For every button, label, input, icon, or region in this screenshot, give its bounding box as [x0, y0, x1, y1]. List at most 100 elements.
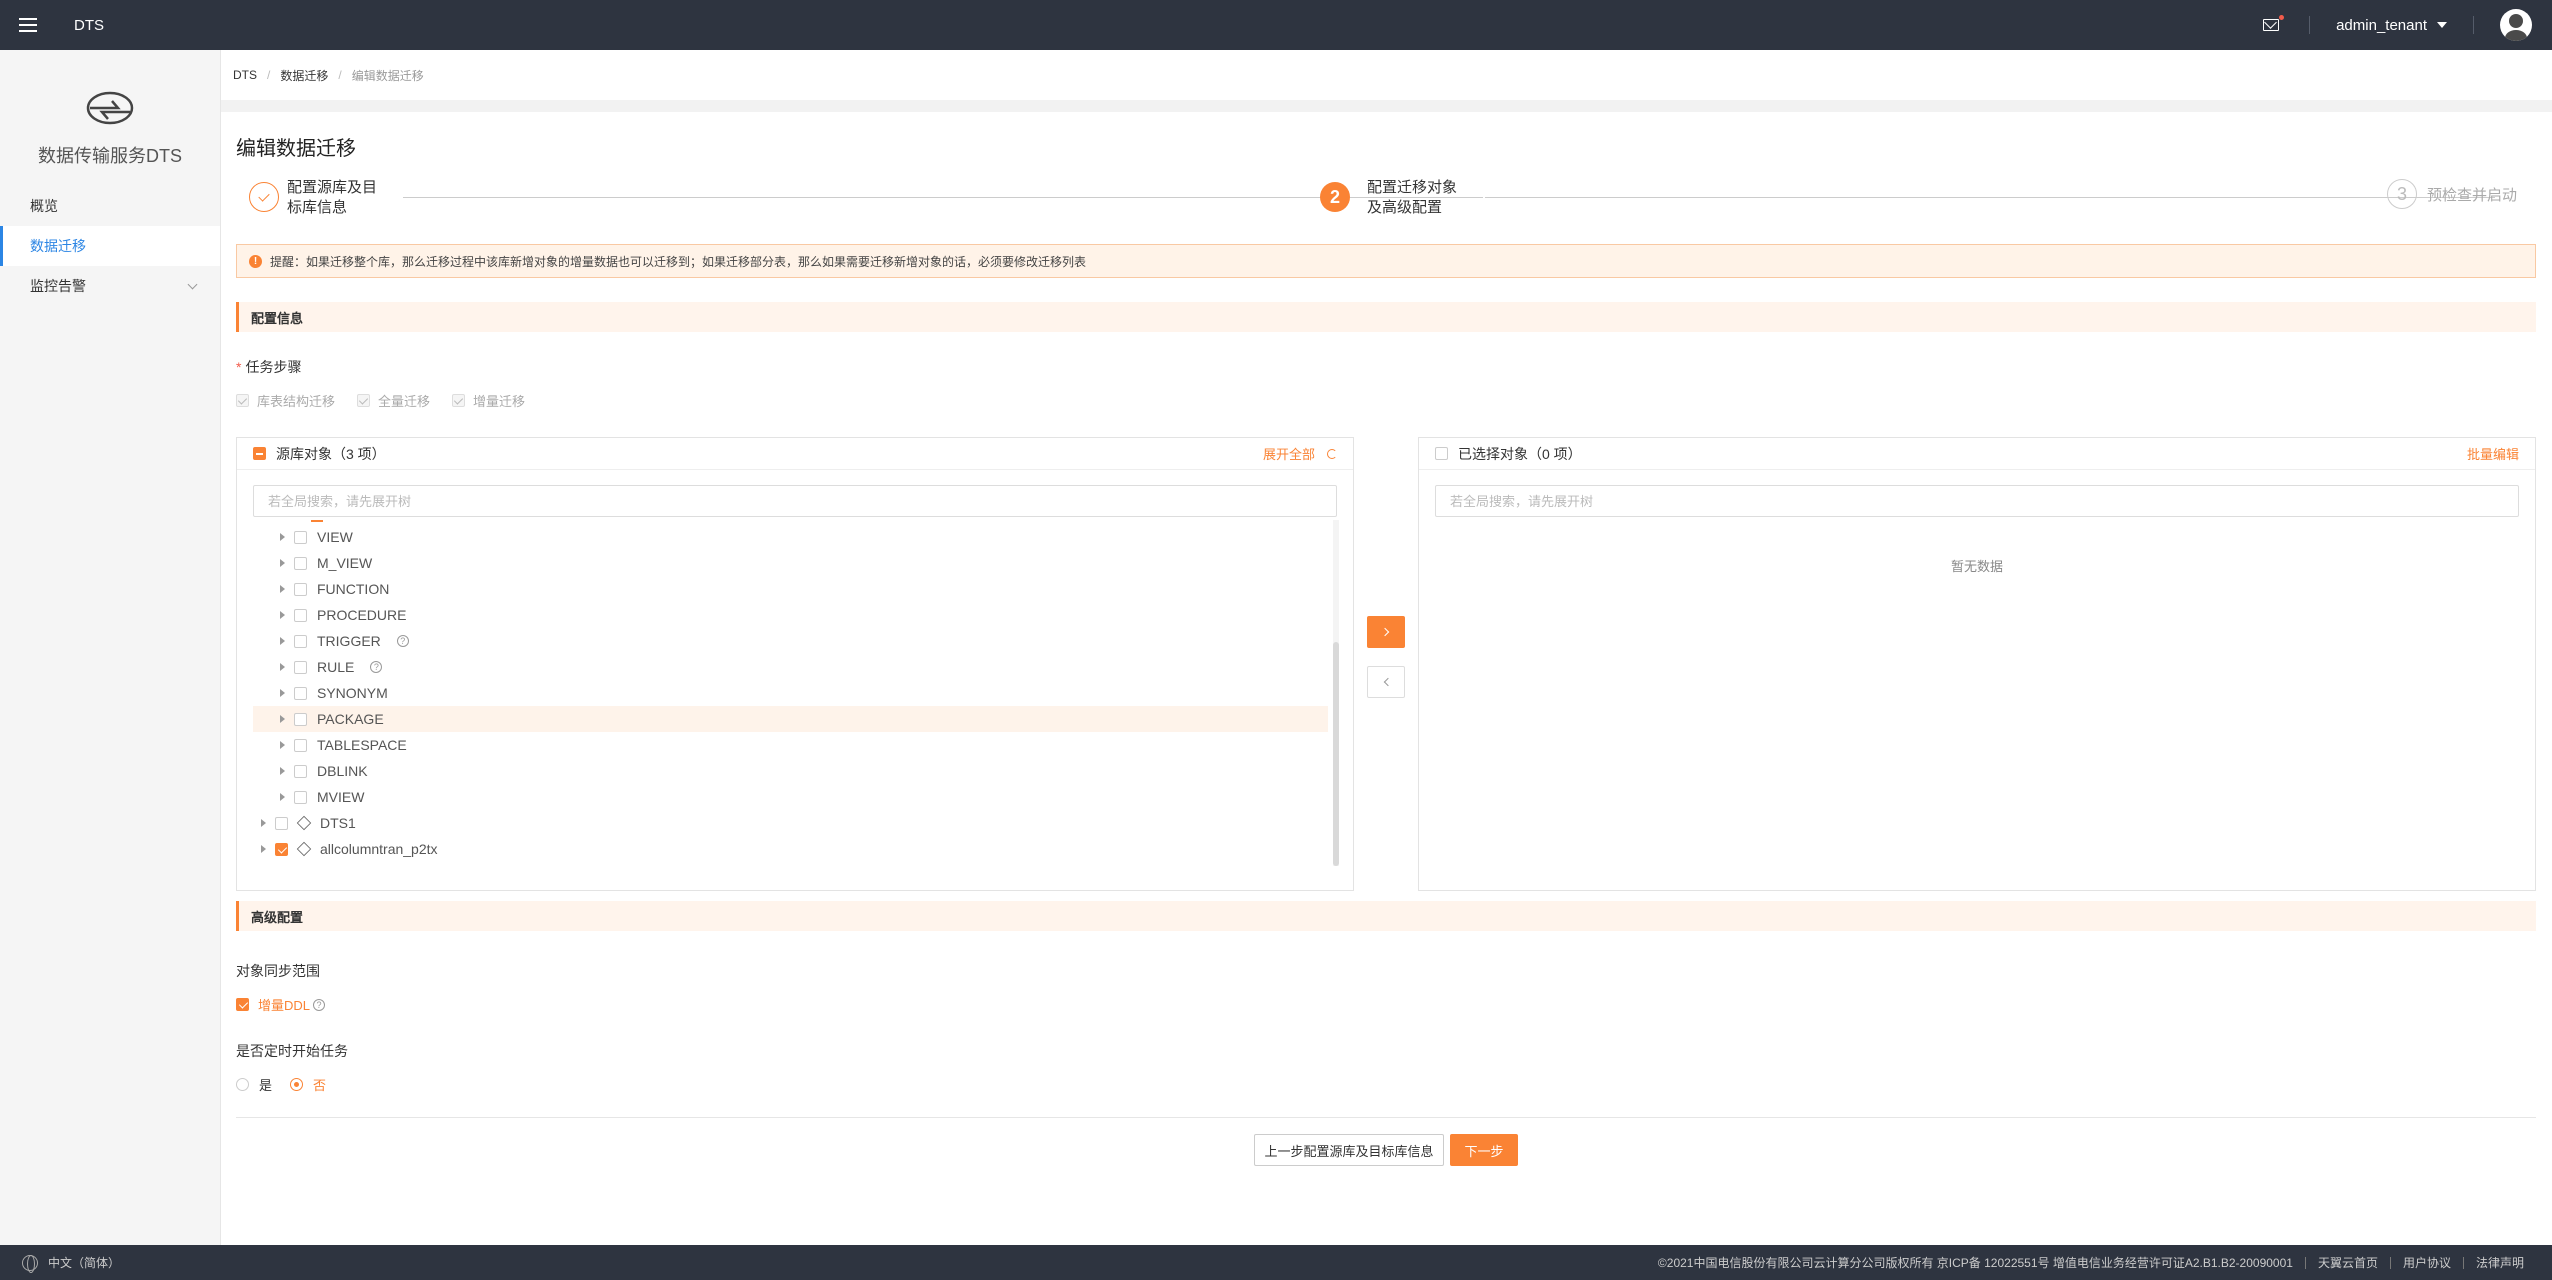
tree-row[interactable]: MVIEW — [253, 784, 1328, 810]
menu-icon[interactable] — [0, 0, 56, 50]
move-right-button[interactable] — [1367, 616, 1405, 648]
globe-icon[interactable] — [22, 1254, 38, 1273]
expand-arrow-icon[interactable] — [280, 585, 285, 593]
sidebar-item-overview[interactable]: 概览 — [0, 186, 220, 226]
sidebar-item-data-migration[interactable]: 数据迁移 — [0, 226, 220, 266]
move-left-button[interactable] — [1367, 666, 1405, 698]
checkbox[interactable] — [294, 556, 307, 570]
sync-scope-label: 对象同步范围 — [236, 963, 320, 979]
source-objects-panel: 源库对象（3 项） 展开全部 VIEW M_VIEW FUNCTION PROC… — [236, 437, 1354, 891]
mail-icon[interactable] — [2263, 15, 2285, 31]
radio-yes[interactable] — [236, 1078, 249, 1091]
checkbox[interactable] — [294, 608, 307, 622]
previous-step-button[interactable]: 上一步配置源库及目标库信息 — [1254, 1134, 1444, 1166]
tree-row[interactable]: TABLESPACE — [253, 732, 1328, 758]
checkbox[interactable] — [294, 712, 307, 726]
batch-edit-link[interactable]: 批量编辑 — [2467, 444, 2519, 463]
tree-row[interactable]: FUNCTION — [253, 576, 1328, 602]
expand-arrow-icon[interactable] — [280, 689, 285, 697]
scrollbar-thumb[interactable] — [1333, 642, 1339, 866]
expand-arrow-icon[interactable] — [280, 767, 285, 775]
refresh-icon[interactable] — [1327, 448, 1337, 459]
checkbox[interactable] — [294, 634, 307, 648]
radio-no-selected[interactable] — [290, 1078, 304, 1091]
tree-row-hover[interactable]: PACKAGE — [253, 706, 1328, 732]
tree-row[interactable]: RULE? — [253, 654, 1328, 680]
checkbox[interactable] — [294, 660, 307, 674]
target-search-box[interactable] — [1435, 485, 2519, 517]
language-selector[interactable]: 中文（简体） — [48, 1254, 120, 1271]
checkbox[interactable] — [294, 790, 307, 804]
task-steps-label: * 任务步骤 — [236, 359, 302, 375]
breadcrumb: DTS / 数据迁移 / 编辑数据迁移 — [221, 50, 2552, 100]
expand-all-link[interactable]: 展开全部 — [1263, 444, 1337, 463]
checkbox-schema-migration[interactable]: 库表结构迁移 — [236, 391, 335, 410]
page-title: 编辑数据迁移 — [236, 138, 356, 160]
expand-arrow-icon[interactable] — [280, 715, 285, 723]
checkbox[interactable] — [236, 394, 249, 407]
brand-name: 数据传输服务DTS — [38, 146, 182, 166]
tree-row[interactable]: VIEW — [253, 524, 1328, 550]
expand-arrow-icon[interactable] — [261, 819, 266, 827]
tree-row-database[interactable]: DTS1 — [253, 810, 1328, 836]
checkbox-incremental-migration[interactable]: 增量迁移 — [452, 391, 525, 410]
sidebar-item-monitoring[interactable]: 监控告警 — [0, 266, 220, 306]
checkbox-checked[interactable] — [275, 842, 288, 856]
expand-arrow-icon[interactable] — [280, 533, 285, 541]
next-step-button[interactable]: 下一步 — [1450, 1134, 1518, 1166]
divider — [236, 1117, 2536, 1118]
expand-arrow-icon[interactable] — [280, 637, 285, 645]
help-icon[interactable]: ? — [313, 998, 326, 1011]
sidebar: 数据传输服务DTS 概览 数据迁移 监控告警 — [0, 50, 221, 1245]
source-search-input[interactable] — [268, 493, 1336, 509]
footer-link-legal[interactable]: 法律声明 — [2476, 1254, 2524, 1271]
checkbox-full-migration[interactable]: 全量迁移 — [357, 391, 430, 410]
tree-row[interactable]: TRIGGER? — [253, 628, 1328, 654]
checkbox[interactable] — [275, 816, 288, 830]
expand-arrow-icon[interactable] — [280, 741, 285, 749]
footer-link-agreement[interactable]: 用户协议 — [2403, 1254, 2451, 1271]
checkbox[interactable] — [294, 582, 307, 596]
breadcrumb-separator: / — [338, 68, 342, 82]
checkbox[interactable] — [294, 530, 307, 544]
tree-row[interactable]: M_VIEW — [253, 550, 1328, 576]
checkbox[interactable] — [294, 686, 307, 700]
database-icon — [296, 815, 312, 831]
checkbox-checked[interactable] — [236, 998, 249, 1011]
section-config-info: 配置信息 — [236, 302, 2536, 332]
checkbox[interactable] — [294, 764, 307, 778]
help-icon[interactable]: ? — [396, 635, 409, 647]
tree-row-database[interactable]: allcolumntran_p2tx — [253, 836, 1328, 862]
checkbox[interactable] — [452, 394, 466, 407]
user-menu[interactable]: admin_tenant — [2310, 17, 2473, 34]
checkbox[interactable] — [357, 394, 371, 407]
help-icon[interactable]: ? — [370, 661, 383, 673]
expand-arrow-icon[interactable] — [280, 793, 285, 801]
breadcrumb-item[interactable]: 数据迁移 — [280, 67, 328, 84]
radio-yes-label: 是 — [259, 1078, 273, 1093]
tree-row[interactable]: PROCEDURE — [253, 602, 1328, 628]
warning-alert: ! 提醒：如果迁移整个库，那么迁移过程中该库新增对象的增量数据也可以迁移到；如果… — [236, 244, 2536, 278]
notification-dot — [2279, 15, 2285, 20]
expand-arrow-icon[interactable] — [280, 663, 285, 671]
empty-state: 暂无数据 — [1950, 559, 2003, 574]
select-all-checkbox[interactable] — [253, 447, 266, 460]
target-search-input[interactable] — [1450, 493, 2518, 509]
expand-arrow-icon[interactable] — [280, 559, 285, 567]
incremental-ddl-option[interactable]: 增量DDL ? — [236, 995, 326, 1014]
checkbox[interactable] — [294, 738, 307, 752]
source-search-box[interactable] — [253, 485, 1337, 517]
breadcrumb-current: 编辑数据迁移 — [351, 68, 424, 83]
step-connector — [1485, 197, 2495, 198]
tree-scrollbar[interactable] — [1333, 520, 1339, 866]
select-all-checkbox[interactable] — [1435, 447, 1448, 460]
alert-text: 提醒：如果迁移整个库，那么迁移过程中该库新增对象的增量数据也可以迁移到；如果迁移… — [270, 254, 1087, 269]
breadcrumb-item[interactable]: DTS — [233, 68, 257, 82]
tree-row[interactable]: DBLINK — [253, 758, 1328, 784]
expand-arrow-icon[interactable] — [261, 845, 266, 853]
chevron-left-icon — [1383, 677, 1392, 687]
tree-row[interactable]: SYNONYM — [253, 680, 1328, 706]
expand-arrow-icon[interactable] — [280, 611, 285, 619]
avatar[interactable] — [2500, 9, 2532, 41]
footer-link-home[interactable]: 天翼云首页 — [2318, 1254, 2378, 1271]
